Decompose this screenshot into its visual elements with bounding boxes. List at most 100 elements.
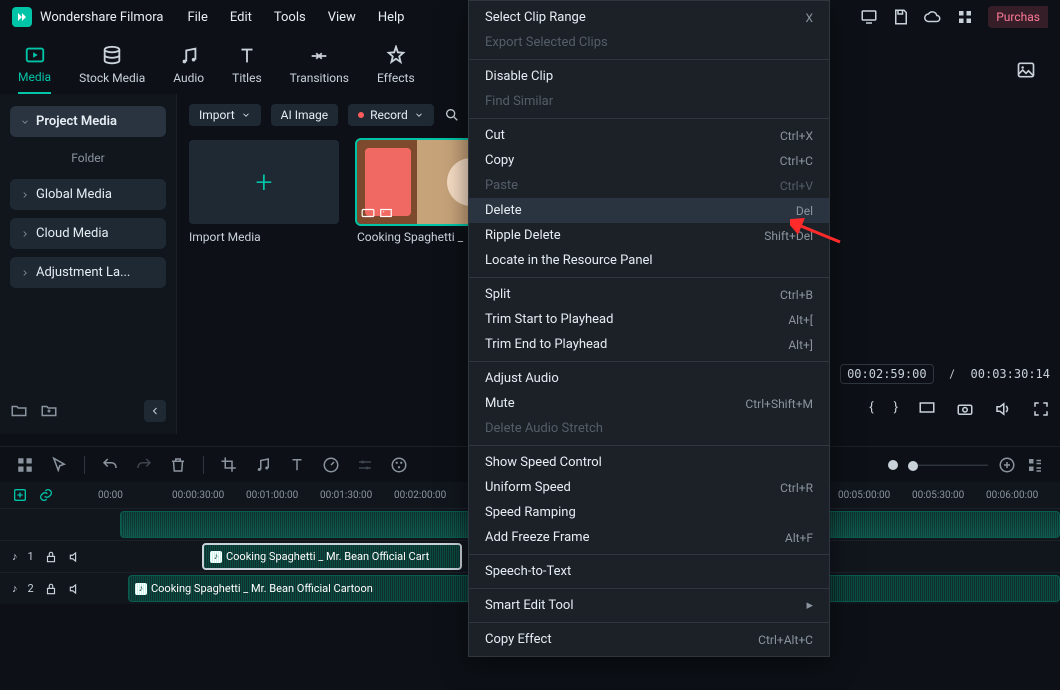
menu-edit[interactable]: Edit <box>230 10 252 25</box>
audio-icon <box>178 45 200 67</box>
ctx-locate-in-the-resource-panel[interactable]: Locate in the Resource Panel <box>469 248 829 273</box>
fullscreen-icon[interactable] <box>1032 400 1050 422</box>
ctx-label: Paste <box>485 178 518 193</box>
ctx-mute[interactable]: Mute Ctrl+Shift+M <box>469 391 829 416</box>
ctx-show-speed-control[interactable]: Show Speed Control <box>469 450 829 475</box>
timecode-current[interactable]: 00:02:59:00 <box>840 364 933 384</box>
ctx-delete[interactable]: DeleteDel <box>469 198 829 223</box>
ctx-shortcut: Del <box>796 204 813 218</box>
tab-audio[interactable]: Audio <box>173 45 204 93</box>
sidebar-collapse-button[interactable] <box>144 400 166 422</box>
menu-view[interactable]: View <box>328 10 356 25</box>
new-bin-icon[interactable] <box>40 402 58 420</box>
clip-a2-label: Cooking Spaghetti _ Mr. Bean Official Ca… <box>151 582 373 595</box>
ctx-trim-start-to-playhead[interactable]: Trim Start to PlayheadAlt+[ <box>469 307 829 332</box>
ctx-trim-end-to-playhead[interactable]: Trim End to PlayheadAlt+] <box>469 332 829 357</box>
tracks-manager-icon[interactable] <box>16 456 34 474</box>
ctx-label: Show Speed Control <box>485 455 602 470</box>
preview-image-icon[interactable] <box>1016 60 1036 84</box>
volume-icon[interactable] <box>994 400 1012 422</box>
sidebar-adjustment-layer[interactable]: Adjustment La... <box>10 257 166 288</box>
menu-file[interactable]: File <box>187 10 207 25</box>
sidebar-global-media[interactable]: Global Media <box>10 179 166 210</box>
sidebar-project-media[interactable]: Project Media <box>10 106 166 137</box>
ctx-disable-clip[interactable]: Disable Clip <box>469 64 829 89</box>
ctx-speech-to-text[interactable]: Speech-to-Text <box>469 559 829 584</box>
ctx-smart-edit-tool[interactable]: Smart Edit Tool▸ <box>469 593 829 618</box>
ctx-cut[interactable]: CutCtrl+X <box>469 123 829 148</box>
ctx-label: Smart Edit Tool <box>485 598 574 613</box>
music-note-icon: ♪ <box>12 550 18 563</box>
ctx-uniform-speed[interactable]: Uniform SpeedCtrl+R <box>469 475 829 500</box>
mark-out-icon[interactable]: } <box>894 400 898 422</box>
crop-icon[interactable] <box>220 456 238 474</box>
import-dropdown[interactable]: Import <box>189 104 261 126</box>
music-icon[interactable] <box>254 456 272 474</box>
snapshot-icon[interactable] <box>956 400 974 422</box>
record-label: Record <box>370 108 408 122</box>
zoom-slider[interactable] <box>908 464 988 466</box>
ctx-label: Split <box>485 287 511 302</box>
ai-image-button[interactable]: AI Image <box>271 104 338 126</box>
menu-tools[interactable]: Tools <box>274 10 306 25</box>
add-track-icon[interactable] <box>12 487 28 503</box>
cloud-upload-icon[interactable] <box>924 8 942 26</box>
speaker-icon[interactable] <box>68 582 82 596</box>
chevron-down-icon <box>414 110 424 120</box>
purchase-button[interactable]: Purchas <box>988 6 1048 28</box>
tab-media[interactable]: Media <box>18 44 51 94</box>
select-tool-icon[interactable] <box>50 456 68 474</box>
tab-stock-media[interactable]: Stock Media <box>79 45 145 93</box>
ctx-ripple-delete[interactable]: Ripple DeleteShift+Del <box>469 223 829 248</box>
ctx-adjust-audio[interactable]: Adjust Audio <box>469 366 829 391</box>
ctx-shortcut: Ctrl+B <box>780 288 813 302</box>
new-folder-icon[interactable] <box>10 402 28 420</box>
color-icon[interactable] <box>390 456 408 474</box>
redo-icon[interactable] <box>135 456 153 474</box>
ctx-paste: PasteCtrl+V <box>469 173 829 198</box>
text-tool-icon[interactable] <box>288 456 306 474</box>
ctx-add-freeze-frame[interactable]: Add Freeze FrameAlt+F <box>469 525 829 550</box>
sidebar-cloud-media[interactable]: Cloud Media <box>10 218 166 249</box>
zoom-minus-icon[interactable] <box>888 460 898 470</box>
record-dropdown[interactable]: Record <box>348 104 434 126</box>
tab-titles-label: Titles <box>232 71 261 85</box>
view-options-icon[interactable] <box>1026 456 1044 474</box>
ruler-mark: 00:06:00:00 <box>986 490 1060 501</box>
transitions-icon <box>308 45 330 67</box>
tab-media-label: Media <box>18 70 51 84</box>
ctx-select-clip-range[interactable]: Select Clip RangeX <box>469 5 829 30</box>
sidebar-folder-label[interactable]: Folder <box>10 145 166 171</box>
search-icon[interactable] <box>444 107 460 123</box>
ruler-mark: 00:01:30:00 <box>320 490 394 501</box>
ctx-label: Mute <box>485 396 515 411</box>
ctx-copy-effect[interactable]: Copy EffectCtrl+Alt+C <box>469 627 829 652</box>
adjust-icon[interactable] <box>356 456 374 474</box>
ctx-label: Locate in the Resource Panel <box>485 253 653 268</box>
link-icon[interactable] <box>38 487 54 503</box>
speed-icon[interactable] <box>322 456 340 474</box>
menu-help[interactable]: Help <box>378 10 405 25</box>
mark-in-icon[interactable]: { <box>869 400 873 422</box>
ctx-copy[interactable]: CopyCtrl+C <box>469 148 829 173</box>
monitor-icon[interactable] <box>918 400 936 422</box>
import-media-tile[interactable]: + Import Media <box>189 140 339 244</box>
zoom-plus-icon[interactable] <box>998 456 1016 474</box>
ctx-split[interactable]: Split Ctrl+B <box>469 282 829 307</box>
tab-titles[interactable]: Titles <box>232 45 261 93</box>
timeline-clip-audio-1[interactable]: ♪Cooking Spaghetti _ Mr. Bean Official C… <box>202 543 462 570</box>
ctx-label: Trim End to Playhead <box>485 337 607 352</box>
tab-transitions[interactable]: Transitions <box>290 45 349 93</box>
speaker-icon[interactable] <box>68 550 82 564</box>
audio-track-1-number: 1 <box>28 550 34 563</box>
tab-effects[interactable]: Effects <box>377 45 415 93</box>
monitor-icon[interactable] <box>860 8 878 26</box>
undo-icon[interactable] <box>101 456 119 474</box>
lock-icon[interactable] <box>44 550 58 564</box>
ctx-shortcut: Ctrl+Shift+M <box>745 397 813 411</box>
ctx-speed-ramping[interactable]: Speed Ramping <box>469 500 829 525</box>
save-icon[interactable] <box>892 8 910 26</box>
delete-icon[interactable] <box>169 456 187 474</box>
apps-icon[interactable] <box>956 8 974 26</box>
lock-icon[interactable] <box>44 582 58 596</box>
